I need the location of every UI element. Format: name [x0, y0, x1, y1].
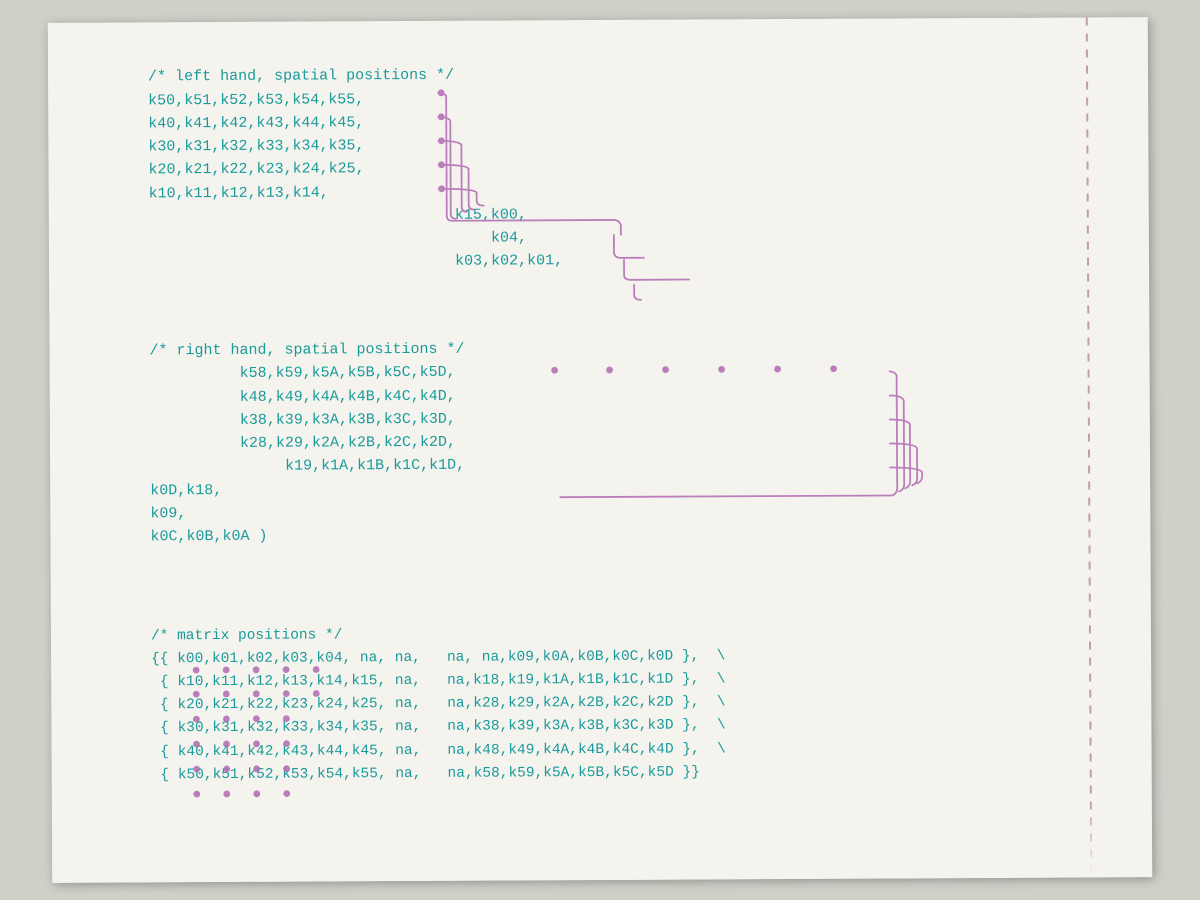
matrix-row-3: { k20,k21,k22,k23,k24,k25, na, na,k28,k2…	[151, 695, 725, 714]
lh-row-4: k20,k21,k22,k23,k24,k25,	[148, 160, 364, 178]
rh-cont-2: k09,	[150, 505, 186, 522]
margin-line	[1086, 17, 1093, 877]
lh-row-3: k30,k31,k32,k33,k34,k35,	[148, 137, 364, 155]
rh-row-5: k19,k1A,k1B,k1C,k1D,	[150, 457, 465, 476]
content-area: /* left hand, spatial positions */ k50,k…	[148, 38, 1072, 811]
lh-row-1: k50,k51,k52,k53,k54,k55,	[148, 91, 364, 109]
right-hand-code: /* right hand, spatial positions */ k58,…	[149, 311, 1070, 572]
page: /* left hand, spatial positions */ k50,k…	[48, 17, 1152, 883]
rh-row-2: k48,k49,k4A,k4B,k4C,k4D,	[150, 387, 456, 406]
lh-cont-1: k15,k00,	[149, 206, 527, 225]
rh-row-1: k58,k59,k5A,k5B,k5C,k5D,	[150, 364, 456, 383]
left-hand-comment: /* left hand, spatial positions */	[148, 67, 454, 86]
lh-row-5: k10,k11,k12,k13,k14,	[149, 184, 329, 202]
rh-cont-3: k0C,k0B,k0A )	[150, 528, 267, 546]
bottom-fade	[52, 797, 1152, 883]
matrix-row-5: { k40,k41,k42,k43,k44,k45, na, na,k48,k4…	[152, 741, 726, 760]
matrix-row-1: {{ k00,k01,k02,k03,k04, na, na, na, na,k…	[151, 648, 725, 667]
matrix-row-2: { k10,k11,k12,k13,k14,k15, na, na,k18,k1…	[151, 671, 725, 690]
lh-row-2: k40,k41,k42,k43,k44,k45,	[148, 114, 364, 132]
matrix-row-4: { k30,k31,k32,k33,k34,k35, na, na,k38,k3…	[151, 718, 725, 737]
matrix-comment: /* matrix positions */	[151, 627, 343, 644]
matrix-row-6: { k50,k51,k52,k53,k54,k55, na, na,k58,k5…	[152, 764, 700, 783]
rh-row-3: k38,k39,k3A,k3B,k3C,k3D,	[150, 411, 456, 430]
rh-row-4: k28,k29,k2A,k2B,k2C,k2D,	[150, 434, 456, 453]
rh-cont-1: k0D,k18,	[150, 481, 222, 498]
left-hand-code: /* left hand, spatial positions */ k50,k…	[148, 38, 1069, 299]
lh-cont-2: k04,	[149, 229, 527, 248]
lh-cont-3: k03,k02,k01,	[149, 252, 563, 271]
right-hand-comment: /* right hand, spatial positions */	[149, 341, 464, 360]
matrix-code: /* matrix positions */ {{ k00,k01,k02,k0…	[151, 597, 1072, 811]
